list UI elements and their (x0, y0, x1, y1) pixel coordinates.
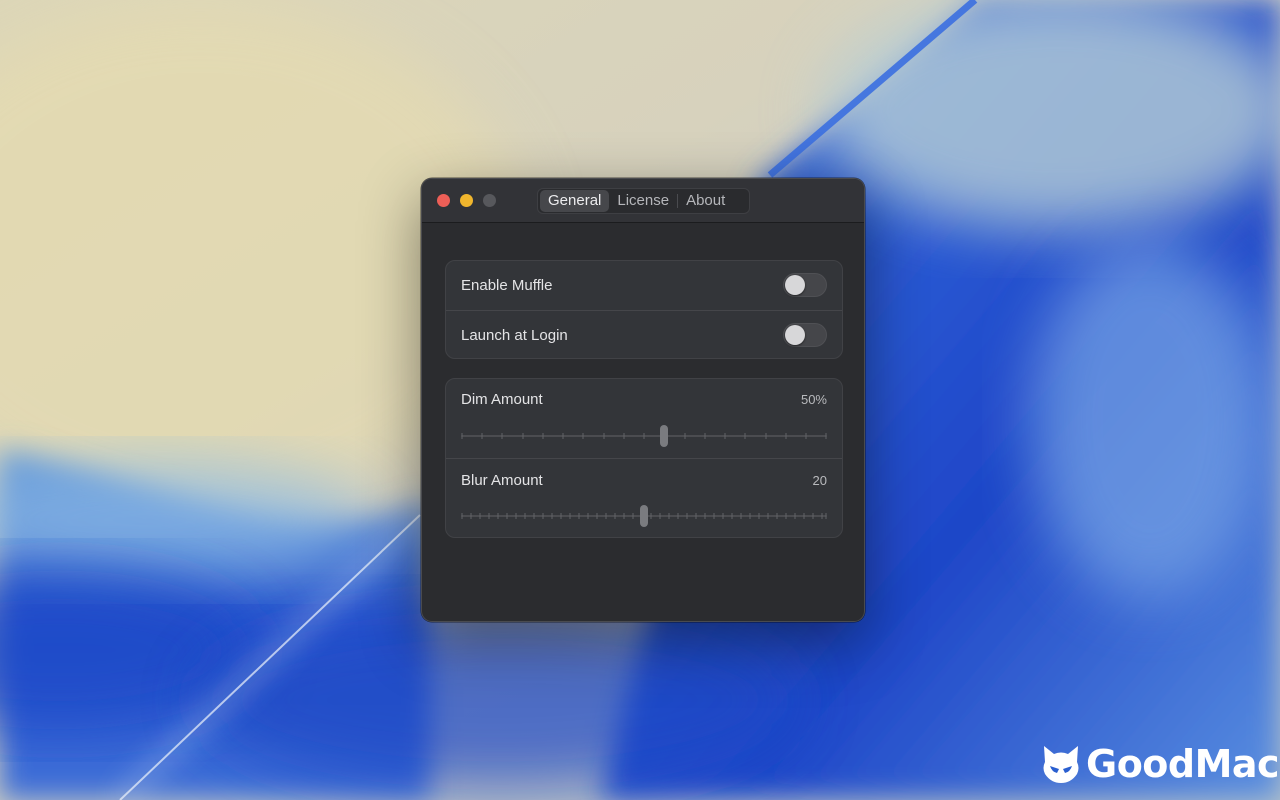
blur-amount-value: 20 (812, 473, 827, 488)
dim-amount-slider[interactable] (461, 424, 827, 448)
goodmac-brand-text: GoodMac (1086, 742, 1280, 786)
dim-amount-label: Dim Amount (461, 391, 543, 408)
settings-window: General License About Enable Muffle Laun… (421, 178, 865, 622)
titlebar[interactable]: General License About (422, 179, 864, 223)
launch-at-login-toggle[interactable] (783, 323, 827, 347)
dim-slider-track (461, 425, 827, 447)
sliders-group: Dim Amount 50% Blur Amount 20 (445, 378, 843, 538)
zoom-window-button (483, 194, 496, 207)
goodmac-logo-icon (1043, 746, 1079, 783)
tab-license[interactable]: License (609, 190, 677, 212)
blur-amount-label: Blur Amount (461, 472, 543, 489)
enable-muffle-toggle[interactable] (783, 273, 827, 297)
toggle-knob (785, 275, 805, 295)
launch-at-login-row: Launch at Login (446, 311, 842, 360)
tab-bar: General License About (537, 188, 750, 214)
dim-amount-value: 50% (800, 392, 827, 407)
close-window-button[interactable] (437, 194, 450, 207)
blur-slider-track (461, 505, 827, 527)
enable-muffle-row: Enable Muffle (446, 261, 842, 310)
enable-muffle-label: Enable Muffle (461, 277, 553, 294)
toggle-knob (785, 325, 805, 345)
blur-amount-slider[interactable] (461, 504, 827, 528)
dim-amount-row: Dim Amount 50% (446, 379, 842, 458)
toggles-group: Enable Muffle Launch at Login (445, 260, 843, 359)
tab-general[interactable]: General (540, 190, 610, 212)
tab-about[interactable]: About (678, 190, 733, 212)
launch-at-login-label: Launch at Login (461, 327, 568, 344)
desktop: General License About Enable Muffle Laun… (0, 0, 1280, 800)
minimize-window-button[interactable] (460, 194, 473, 207)
goodmac-watermark: GoodMac (1040, 742, 1280, 786)
blur-amount-row: Blur Amount 20 (446, 459, 842, 538)
